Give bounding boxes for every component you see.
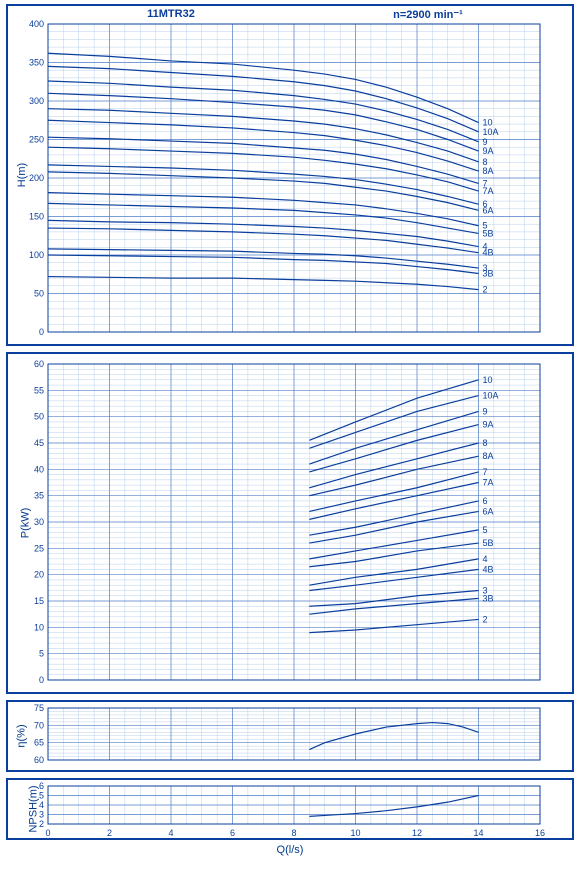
svg-text:16: 16 bbox=[535, 828, 545, 838]
model-title: 11MTR32 bbox=[147, 8, 195, 21]
svg-text:3: 3 bbox=[39, 810, 44, 820]
chart-title-row: 11MTR32 n=2900 min⁻¹ bbox=[48, 8, 562, 21]
svg-text:30: 30 bbox=[34, 517, 44, 527]
eff-chart: 60 65 70 75 bbox=[8, 702, 572, 770]
svg-text:8A: 8A bbox=[483, 451, 494, 461]
head-chart-panel: 11MTR32 n=2900 min⁻¹ H(m) 05010015020025… bbox=[6, 4, 574, 346]
head-ylabel: H(m) bbox=[16, 163, 28, 187]
svg-text:4: 4 bbox=[168, 828, 173, 838]
svg-text:6: 6 bbox=[483, 496, 488, 506]
svg-text:200: 200 bbox=[29, 173, 44, 183]
svg-text:8A: 8A bbox=[483, 166, 494, 176]
svg-text:15: 15 bbox=[34, 596, 44, 606]
svg-text:2: 2 bbox=[483, 285, 488, 295]
svg-text:40: 40 bbox=[34, 464, 44, 474]
svg-text:6A: 6A bbox=[483, 506, 494, 516]
svg-text:45: 45 bbox=[34, 438, 44, 448]
svg-text:100: 100 bbox=[29, 250, 44, 260]
npsh-chart-panel: NPSH(m) 024681012141623456 bbox=[6, 778, 574, 840]
svg-text:150: 150 bbox=[29, 212, 44, 222]
svg-text:300: 300 bbox=[29, 96, 44, 106]
npsh-ylabel: NPSH(m) bbox=[28, 785, 40, 832]
power-ylabel: P(kW) bbox=[19, 508, 31, 539]
npsh-chart: 024681012141623456 bbox=[8, 780, 572, 838]
svg-text:350: 350 bbox=[29, 58, 44, 68]
svg-text:9: 9 bbox=[483, 406, 488, 416]
svg-text:25: 25 bbox=[34, 543, 44, 553]
svg-text:250: 250 bbox=[29, 135, 44, 145]
svg-text:5B: 5B bbox=[483, 538, 494, 548]
svg-text:50: 50 bbox=[34, 412, 44, 422]
svg-text:75: 75 bbox=[34, 703, 44, 713]
eff-chart-panel: η(%) 60 65 70 75 bbox=[6, 700, 574, 772]
svg-text:10A: 10A bbox=[483, 391, 499, 401]
svg-text:12: 12 bbox=[412, 828, 422, 838]
svg-text:4B: 4B bbox=[483, 248, 494, 258]
svg-text:2: 2 bbox=[39, 819, 44, 829]
svg-text:3B: 3B bbox=[483, 593, 494, 603]
x-axis-label: Q(l/s) bbox=[6, 844, 574, 856]
svg-text:9A: 9A bbox=[483, 420, 494, 430]
svg-text:0: 0 bbox=[39, 327, 44, 337]
svg-text:14: 14 bbox=[473, 828, 483, 838]
svg-text:7A: 7A bbox=[483, 186, 494, 196]
svg-text:65: 65 bbox=[34, 738, 44, 748]
svg-text:9A: 9A bbox=[483, 146, 494, 156]
svg-text:5: 5 bbox=[39, 649, 44, 659]
svg-text:6: 6 bbox=[39, 781, 44, 791]
svg-text:8: 8 bbox=[291, 828, 296, 838]
svg-text:55: 55 bbox=[34, 385, 44, 395]
svg-text:10: 10 bbox=[350, 828, 360, 838]
svg-text:7A: 7A bbox=[483, 478, 494, 488]
svg-text:20: 20 bbox=[34, 570, 44, 580]
head-chart: 0501001502002503003504001010A99A88A77A66… bbox=[8, 6, 572, 344]
eff-ylabel: η(%) bbox=[16, 724, 28, 747]
svg-text:7: 7 bbox=[483, 467, 488, 477]
svg-text:400: 400 bbox=[29, 19, 44, 29]
svg-text:10: 10 bbox=[34, 622, 44, 632]
svg-text:4: 4 bbox=[483, 554, 488, 564]
svg-text:4B: 4B bbox=[483, 564, 494, 574]
speed-title: n=2900 min⁻¹ bbox=[393, 8, 463, 21]
svg-text:10: 10 bbox=[483, 375, 493, 385]
svg-text:6A: 6A bbox=[483, 205, 494, 215]
svg-text:5B: 5B bbox=[483, 228, 494, 238]
svg-text:5: 5 bbox=[483, 525, 488, 535]
power-chart: 0510152025303540455055601010A99A88A77A66… bbox=[8, 354, 572, 692]
svg-text:5: 5 bbox=[39, 791, 44, 801]
power-chart-panel: P(kW) 0510152025303540455055601010A99A88… bbox=[6, 352, 574, 694]
svg-text:6: 6 bbox=[230, 828, 235, 838]
svg-text:60: 60 bbox=[34, 755, 44, 765]
svg-text:0: 0 bbox=[39, 675, 44, 685]
svg-text:10A: 10A bbox=[483, 127, 499, 137]
svg-text:70: 70 bbox=[34, 720, 44, 730]
svg-text:60: 60 bbox=[34, 359, 44, 369]
svg-text:2: 2 bbox=[107, 828, 112, 838]
svg-text:35: 35 bbox=[34, 491, 44, 501]
svg-text:8: 8 bbox=[483, 438, 488, 448]
svg-text:2: 2 bbox=[483, 614, 488, 624]
svg-text:3B: 3B bbox=[483, 268, 494, 278]
svg-text:0: 0 bbox=[45, 828, 50, 838]
svg-text:50: 50 bbox=[34, 289, 44, 299]
svg-text:4: 4 bbox=[39, 800, 44, 810]
pump-curve-page: { "title_model": "11MTR32", "title_speed… bbox=[0, 0, 580, 871]
